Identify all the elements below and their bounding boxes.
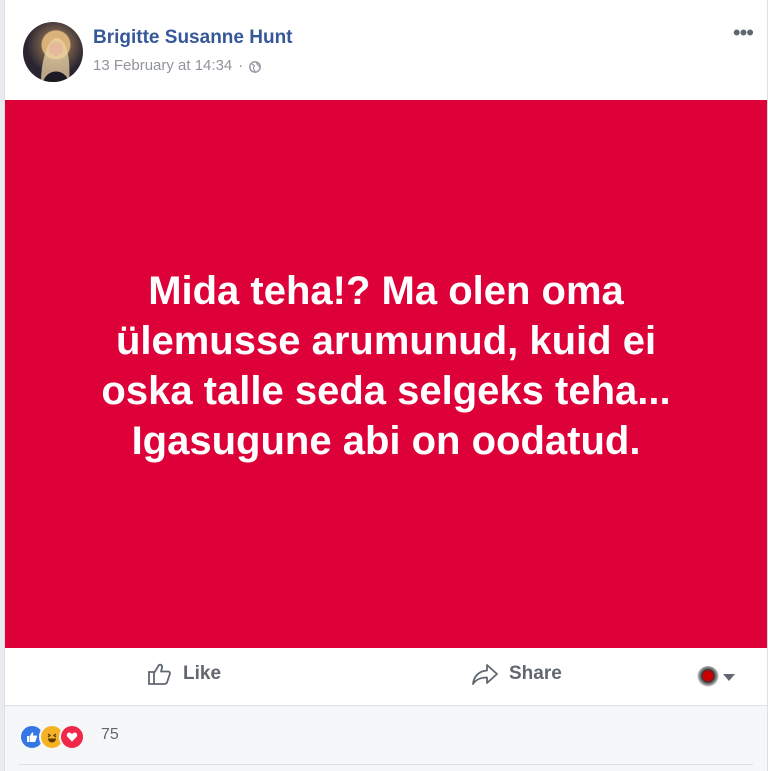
page-avatar <box>697 666 719 688</box>
post-actions: Like Share <box>5 648 767 706</box>
divider <box>19 764 753 765</box>
meta-separator: · <box>238 57 244 74</box>
post-card: Brigitte Susanne Hunt 13 February at 14:… <box>4 0 768 771</box>
love-reaction-icon <box>59 724 85 750</box>
globe-icon[interactable] <box>249 60 262 73</box>
post-meta: 13 February at 14:34 · <box>93 57 262 74</box>
reaction-icons[interactable] <box>19 724 85 750</box>
like-button[interactable]: Like <box>147 662 221 686</box>
post-timestamp[interactable]: 13 February at 14:34 <box>93 57 232 74</box>
chevron-down-icon <box>723 673 735 681</box>
avatar-portrait <box>41 37 70 82</box>
thumbs-up-icon <box>148 663 171 685</box>
like-label: Like <box>183 663 222 684</box>
author-name[interactable]: Brigitte Susanne Hunt <box>93 27 293 49</box>
reaction-as-selector[interactable] <box>697 666 735 688</box>
more-options-icon[interactable]: ••• <box>733 22 754 44</box>
share-button[interactable]: Share <box>471 662 562 686</box>
post-text: Mida teha!? Ma olen oma ülemusse arumunu… <box>101 269 671 463</box>
reactions-bar: 75 <box>5 706 767 771</box>
share-label: Share <box>509 663 562 684</box>
author-avatar[interactable] <box>23 22 83 82</box>
share-arrow-icon <box>472 664 498 685</box>
reaction-count[interactable]: 75 <box>101 726 119 744</box>
post-header: Brigitte Susanne Hunt 13 February at 14:… <box>5 0 767 100</box>
post-image[interactable]: Mida teha!? Ma olen oma ülemusse arumunu… <box>5 100 767 648</box>
